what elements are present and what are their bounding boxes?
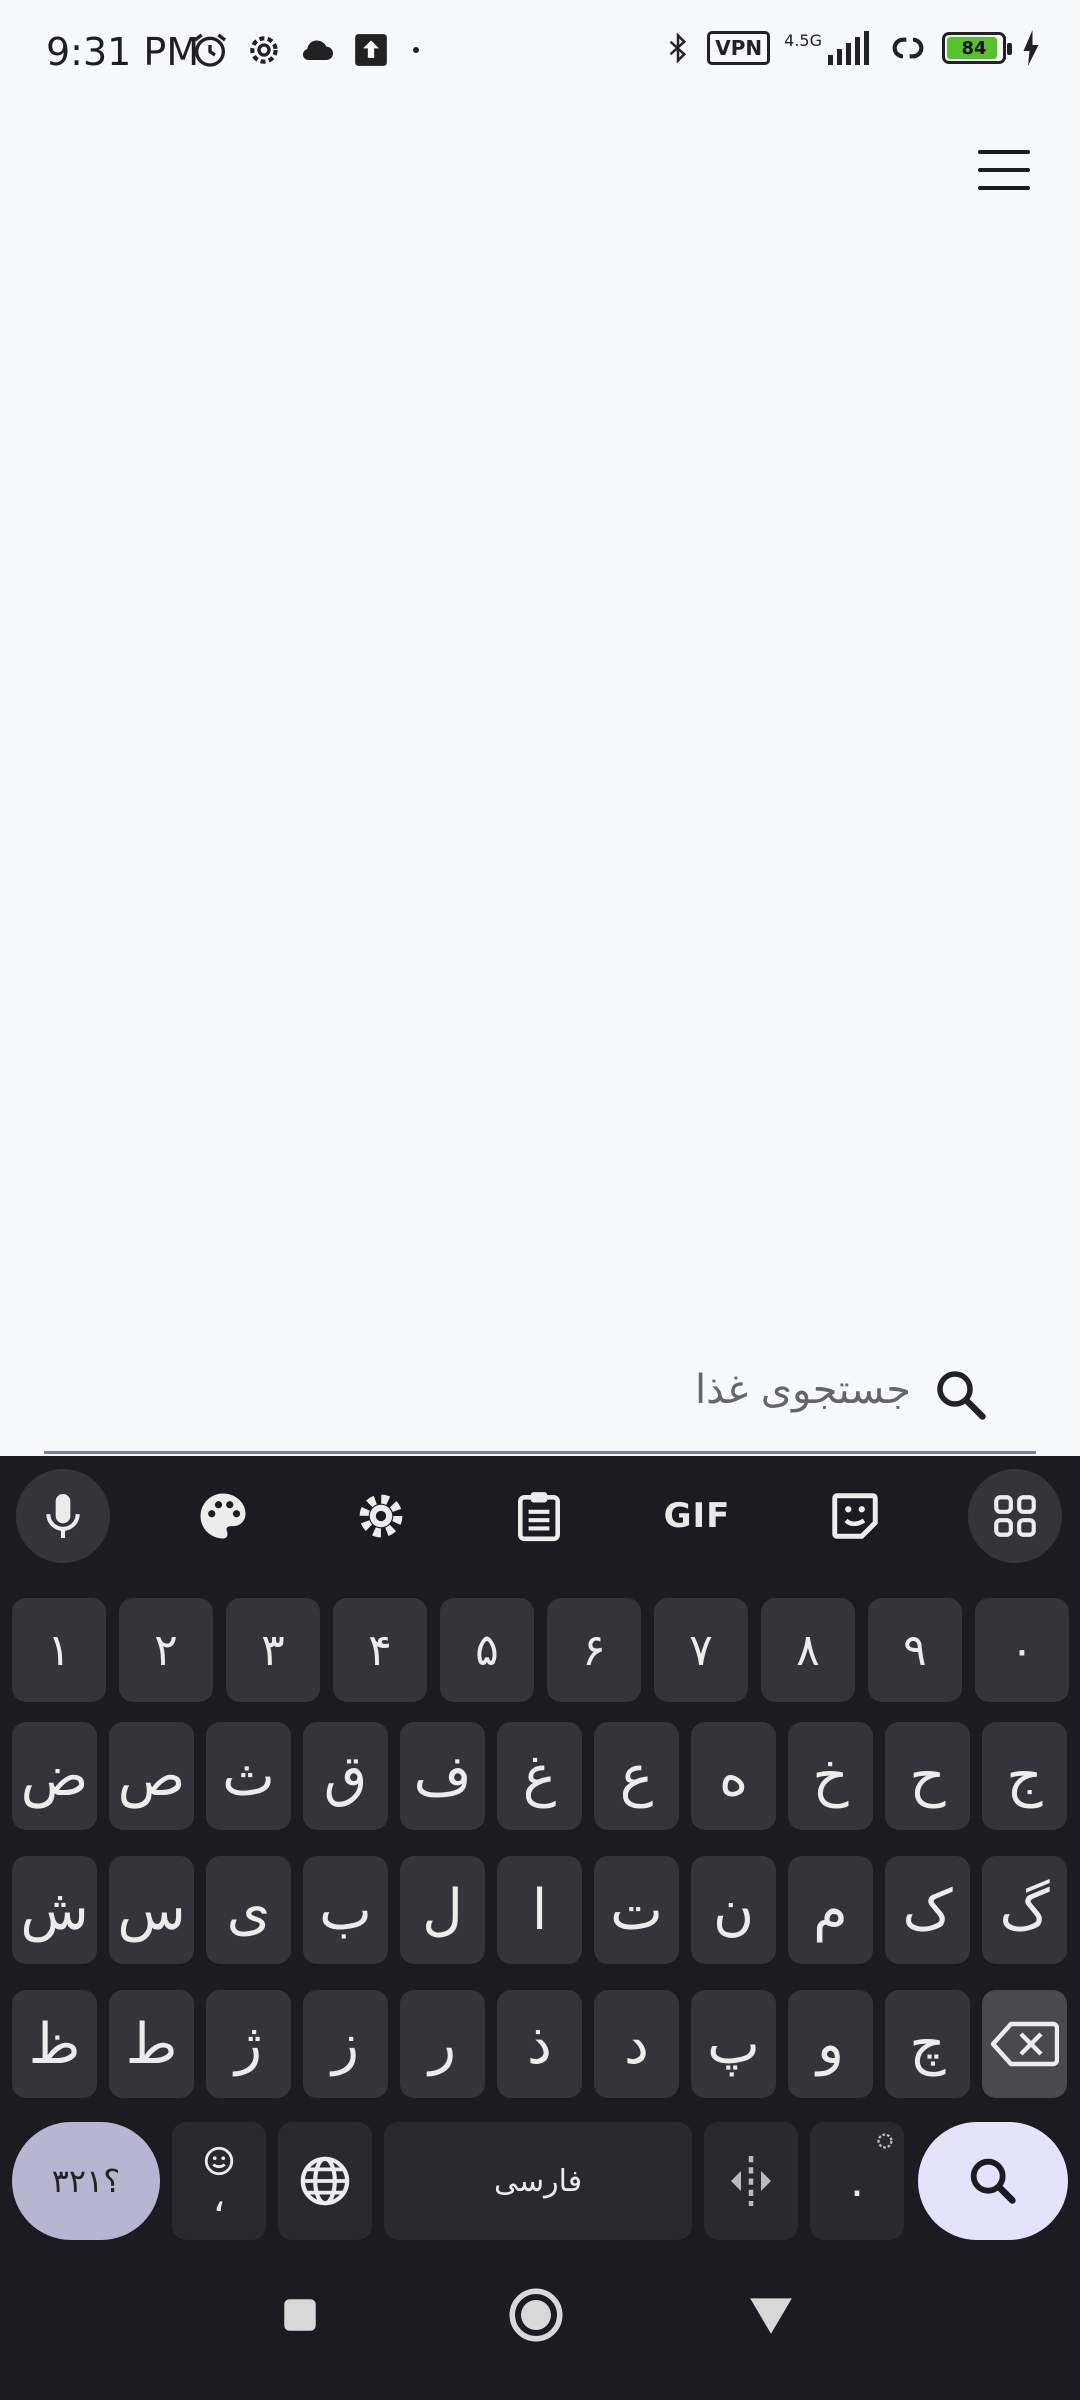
sticker-button[interactable] bbox=[808, 1469, 902, 1563]
key-letter[interactable]: ق bbox=[303, 1722, 388, 1830]
key-letter[interactable]: ن bbox=[691, 1856, 776, 1964]
upload-icon bbox=[355, 34, 387, 66]
grid-icon bbox=[994, 1495, 1036, 1537]
key-letter[interactable]: ش bbox=[12, 1856, 97, 1964]
status-left-icons bbox=[190, 30, 428, 70]
network-type: 4.5G bbox=[784, 31, 874, 65]
key-letter[interactable]: ز bbox=[303, 1990, 388, 2098]
theme-button[interactable] bbox=[176, 1469, 270, 1563]
back-icon[interactable] bbox=[746, 2294, 796, 2336]
key-0[interactable]: ۰ bbox=[975, 1598, 1069, 1702]
backspace-icon bbox=[990, 2021, 1059, 2067]
settings-small-icon bbox=[877, 2133, 893, 2149]
status-time: 9:31 PM bbox=[46, 30, 200, 74]
search-input[interactable] bbox=[211, 1360, 911, 1420]
gear-icon bbox=[359, 1494, 403, 1538]
space-key[interactable]: فارسی bbox=[384, 2122, 692, 2240]
language-key[interactable] bbox=[278, 2122, 372, 2240]
alarm-icon bbox=[194, 33, 226, 67]
sticker-icon bbox=[832, 1493, 878, 1539]
key-letter[interactable]: ه bbox=[691, 1722, 776, 1830]
dot-icon bbox=[413, 47, 419, 53]
backspace-key[interactable] bbox=[982, 1990, 1067, 2098]
cloud-icon bbox=[302, 40, 333, 60]
key-letter[interactable]: م bbox=[788, 1856, 873, 1964]
recents-icon[interactable] bbox=[279, 2294, 321, 2336]
key-1[interactable]: ۱ bbox=[12, 1598, 106, 1702]
key-letter[interactable]: ژ bbox=[206, 1990, 291, 2098]
globe-icon bbox=[300, 2156, 350, 2206]
search-icon bbox=[970, 2158, 1016, 2204]
key-letter[interactable]: و bbox=[788, 1990, 873, 2098]
bluetooth-icon bbox=[669, 32, 687, 64]
key-letter[interactable]: ا bbox=[497, 1856, 582, 1964]
search-field[interactable] bbox=[44, 1330, 1036, 1454]
home-icon[interactable] bbox=[506, 2285, 566, 2345]
gif-button[interactable]: GIF bbox=[650, 1469, 744, 1563]
key-8[interactable]: ۸ bbox=[761, 1598, 855, 1702]
key-letter[interactable]: ط bbox=[109, 1990, 194, 2098]
emoji-comma-key[interactable]: ، bbox=[172, 2122, 266, 2240]
key-letter[interactable]: ی bbox=[206, 1856, 291, 1964]
keyboard-settings-button[interactable] bbox=[334, 1469, 428, 1563]
key-3[interactable]: ۳ bbox=[226, 1598, 320, 1702]
key-letter[interactable]: س bbox=[109, 1856, 194, 1964]
keyboard-toolbar: GIF bbox=[0, 1456, 1080, 1576]
key-2[interactable]: ۲ bbox=[119, 1598, 213, 1702]
signal-icon bbox=[828, 31, 869, 65]
key-letter[interactable]: خ bbox=[788, 1722, 873, 1830]
key-letter[interactable]: ل bbox=[400, 1856, 485, 1964]
search-icon[interactable] bbox=[930, 1364, 990, 1424]
key-letter[interactable]: ع bbox=[594, 1722, 679, 1830]
key-letter[interactable]: ذ bbox=[497, 1990, 582, 2098]
key-letter[interactable]: غ bbox=[497, 1722, 582, 1830]
clipboard-icon bbox=[518, 1492, 560, 1542]
key-5[interactable]: ۵ bbox=[440, 1598, 534, 1702]
cursor-move-icon bbox=[731, 2156, 771, 2206]
link-icon bbox=[892, 37, 924, 59]
search-action-key[interactable] bbox=[918, 2122, 1068, 2240]
key-letter[interactable]: ب bbox=[303, 1856, 388, 1964]
period-key[interactable]: . bbox=[810, 2122, 904, 2240]
key-letter[interactable]: ج bbox=[982, 1722, 1067, 1830]
key-letter[interactable]: ث bbox=[206, 1722, 291, 1830]
key-letter[interactable]: ف bbox=[400, 1722, 485, 1830]
key-letter[interactable]: ح bbox=[885, 1722, 970, 1830]
key-letter[interactable]: د bbox=[594, 1990, 679, 2098]
key-7[interactable]: ۷ bbox=[654, 1598, 748, 1702]
settings-gear-icon bbox=[250, 36, 278, 64]
microphone-button[interactable] bbox=[16, 1469, 110, 1563]
status-right-icons: VPN 4.5G 84 bbox=[663, 28, 1042, 68]
key-letter[interactable]: ر bbox=[400, 1990, 485, 2098]
menu-icon[interactable] bbox=[978, 150, 1030, 190]
key-4[interactable]: ۴ bbox=[333, 1598, 427, 1702]
key-letter[interactable]: ظ bbox=[12, 1990, 97, 2098]
vpn-badge: VPN bbox=[707, 31, 771, 65]
status-bar: 9:31 PM VPN 4.5G 84 bbox=[0, 0, 1080, 108]
key-letter[interactable]: ض bbox=[12, 1722, 97, 1830]
symbols-key[interactable]: ؟۳۲۱ bbox=[12, 2122, 160, 2240]
emoji-icon bbox=[204, 2146, 234, 2176]
key-9[interactable]: ۹ bbox=[868, 1598, 962, 1702]
charging-icon bbox=[1023, 30, 1039, 66]
clipboard-button[interactable] bbox=[492, 1469, 586, 1563]
key-letter[interactable]: پ bbox=[691, 1990, 776, 2098]
key-letter[interactable]: ت bbox=[594, 1856, 679, 1964]
key-letter[interactable]: ص bbox=[109, 1722, 194, 1830]
cursor-key[interactable] bbox=[704, 2122, 798, 2240]
key-letter[interactable]: ک bbox=[885, 1856, 970, 1964]
key-6[interactable]: ۶ bbox=[547, 1598, 641, 1702]
key-letter[interactable]: گ bbox=[982, 1856, 1067, 1964]
navigation-bar bbox=[0, 2240, 1080, 2400]
gif-label: GIF bbox=[663, 1496, 731, 1536]
battery-icon: 84 bbox=[942, 32, 1012, 64]
key-letter[interactable]: چ bbox=[885, 1990, 970, 2098]
apps-grid-button[interactable] bbox=[968, 1469, 1062, 1563]
microphone-icon bbox=[46, 1494, 80, 1538]
palette-icon bbox=[200, 1493, 246, 1539]
